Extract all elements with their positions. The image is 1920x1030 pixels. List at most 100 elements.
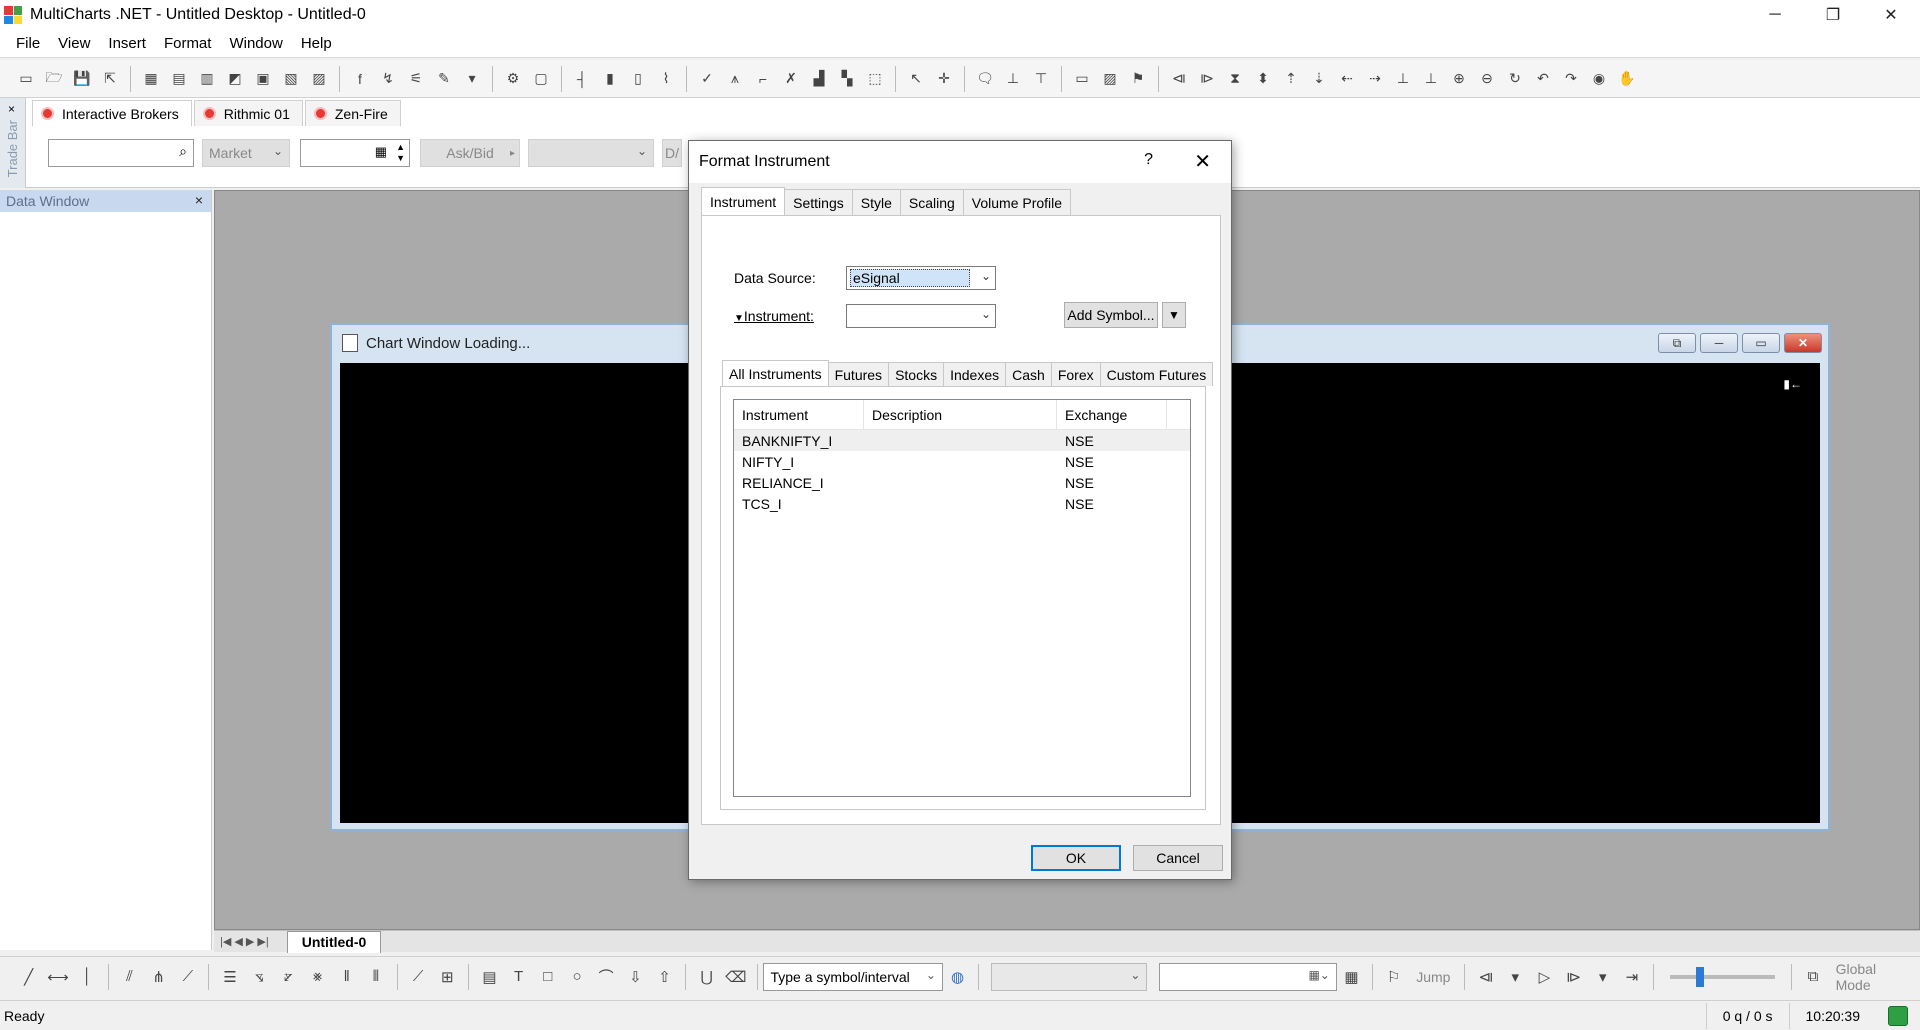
refresh-icon[interactable]: ↻ <box>1504 68 1526 90</box>
tab-stocks[interactable]: Stocks <box>888 362 945 386</box>
cancel-button[interactable]: Cancel <box>1133 845 1223 871</box>
left-icon[interactable]: ⇠ <box>1336 68 1358 90</box>
calendar-icon[interactable]: ▦ <box>1341 966 1362 988</box>
list-item[interactable]: TCS_I NSE <box>734 493 1190 514</box>
tab-scaling[interactable]: Scaling <box>899 189 964 215</box>
expand-icon[interactable]: ⬍ <box>1252 68 1274 90</box>
global-mode-label[interactable]: Global Mode <box>1836 961 1912 993</box>
channel-icon[interactable]: ⫽ <box>119 966 140 988</box>
fib-arc-icon[interactable]: ⦫ <box>278 966 299 988</box>
save-icon[interactable]: 💾 <box>71 68 93 90</box>
globe-icon[interactable]: ◍ <box>947 966 968 988</box>
scroll-right-icon[interactable]: ⧐ <box>1196 68 1218 90</box>
ok-button[interactable]: OK <box>1031 845 1121 871</box>
list-item[interactable]: RELIANCE_I NSE <box>734 472 1190 493</box>
down-icon[interactable]: ⇣ <box>1308 68 1330 90</box>
zoom-out-icon[interactable]: ⊖ <box>1476 68 1498 90</box>
tab-settings[interactable]: Settings <box>784 189 853 215</box>
step-forward-icon[interactable]: ⧐ <box>1563 966 1584 988</box>
new-scanner-icon[interactable]: ▤ <box>168 68 190 90</box>
new-dom-icon[interactable]: ▥ <box>196 68 218 90</box>
eye-icon[interactable]: ◉ <box>1588 68 1610 90</box>
chart-close-button[interactable]: ✕ <box>1784 333 1822 353</box>
tab-cash[interactable]: Cash <box>1005 362 1052 386</box>
calculator-icon[interactable]: ▦ <box>375 144 387 160</box>
quote-manager-icon[interactable]: ▣ <box>252 68 274 90</box>
insert-indicator-icon[interactable]: f <box>349 68 371 90</box>
instrument-list[interactable]: Instrument Description Exchange BANKNIFT… <box>733 399 1191 797</box>
grid-icon[interactable]: ⊞ <box>437 966 458 988</box>
fib-retracement-icon[interactable]: ☰ <box>219 966 240 988</box>
strategy-icon[interactable]: ⚙ <box>502 68 524 90</box>
column-instrument[interactable]: Instrument <box>734 399 864 430</box>
portfolio-icon[interactable]: ◩ <box>224 68 246 90</box>
jump-label[interactable]: Jump <box>1416 969 1450 985</box>
date-input[interactable]: ▦⌄ <box>1159 962 1337 991</box>
footprint-icon[interactable]: ⬚ <box>864 68 886 90</box>
eraser-icon[interactable]: ⌫ <box>725 966 746 988</box>
arc-icon[interactable]: ⌒ <box>596 966 617 988</box>
hollow-candle-icon[interactable]: ▯ <box>627 68 649 90</box>
trendline-icon[interactable]: ╱ <box>18 966 39 988</box>
note-icon[interactable]: ▤ <box>479 966 500 988</box>
editor-icon[interactable]: ▨ <box>308 68 330 90</box>
tab-indexes[interactable]: Indexes <box>943 362 1007 386</box>
box-icon[interactable]: ▚ <box>836 68 858 90</box>
step-forward-dropdown-icon[interactable]: ▾ <box>1592 966 1613 988</box>
expand-triangle-icon[interactable]: ▼ <box>734 313 744 324</box>
menu-window[interactable]: Window <box>229 35 282 52</box>
export-icon[interactable]: ⇱ <box>99 68 121 90</box>
account-select[interactable]: ⌄ <box>528 139 654 167</box>
magnet-icon[interactable]: ⋃ <box>696 966 717 988</box>
add-symbol-button[interactable]: Add Symbol... <box>1064 302 1158 328</box>
instrument-label[interactable]: ▼Instrument: <box>734 308 814 324</box>
go-end-icon[interactable]: ⇥ <box>1621 966 1642 988</box>
menu-help[interactable]: Help <box>301 35 332 52</box>
image-icon[interactable]: ▨ <box>1099 68 1121 90</box>
fit-icon[interactable]: ⊥ <box>1392 68 1414 90</box>
global-mode-icon[interactable]: ⧉ <box>1802 966 1823 988</box>
insert-study-icon[interactable]: ⚟ <box>405 68 427 90</box>
cycle-icon[interactable]: ‖ <box>336 966 357 988</box>
spinner-icon[interactable]: ▲ ▼ <box>396 142 405 164</box>
line-chart-icon[interactable]: ⌇ <box>655 68 677 90</box>
redo-icon[interactable]: ↷ <box>1560 68 1582 90</box>
dropdown-icon[interactable]: ▾ <box>461 68 483 90</box>
hand-icon[interactable]: ✋ <box>1616 68 1638 90</box>
pitchfork-icon[interactable]: ⋔ <box>148 966 169 988</box>
tab-volume-profile[interactable]: Volume Profile <box>962 189 1072 215</box>
data-icon[interactable]: ▧ <box>280 68 302 90</box>
pointer-icon[interactable]: ↖ <box>905 68 927 90</box>
tab-style[interactable]: Style <box>851 189 901 215</box>
format-window-icon[interactable]: ▭ <box>1071 68 1093 90</box>
arrow-down-icon[interactable]: ⇩ <box>625 966 646 988</box>
chart-maximize-button[interactable]: ▭ <box>1742 333 1780 353</box>
dialog-close-button[interactable]: ✕ <box>1194 149 1211 174</box>
menu-view[interactable]: View <box>58 35 90 52</box>
list-item[interactable]: BANKNIFTY_I NSE <box>734 430 1190 451</box>
panel-toggle-icon[interactable]: ▮← <box>1783 377 1802 391</box>
broker-tab-zen-fire[interactable]: Zen-Fire <box>304 100 401 126</box>
column-description[interactable]: Description <box>864 399 1057 430</box>
arrow-up-icon[interactable]: ⇧ <box>654 966 675 988</box>
fan-icon[interactable]: ⟋ <box>177 966 198 988</box>
speed-slider[interactable] <box>1669 966 1776 987</box>
tab-forex[interactable]: Forex <box>1050 362 1101 386</box>
data-window-close-icon[interactable]: × <box>195 192 203 208</box>
rectangle-icon[interactable]: □ <box>537 966 558 988</box>
help-button[interactable]: ? <box>1144 151 1153 169</box>
volume-icon[interactable]: ▟ <box>808 68 830 90</box>
alert-icon[interactable]: ⚑ <box>1127 68 1149 90</box>
new-workspace-icon[interactable]: ▭ <box>15 68 37 90</box>
resolution-select[interactable]: ⌄ <box>991 962 1148 991</box>
tab-futures[interactable]: Futures <box>827 362 890 386</box>
undo-icon[interactable]: ↶ <box>1532 68 1554 90</box>
play-icon[interactable]: ▷ <box>1534 966 1555 988</box>
hline-icon[interactable]: ⊥ <box>1002 68 1024 90</box>
drawing-tool-icon[interactable]: ✎ <box>433 68 455 90</box>
regression-icon[interactable]: ⟋ <box>407 966 428 988</box>
ohlc-bar-icon[interactable]: ┤ <box>571 68 593 90</box>
menu-format[interactable]: Format <box>164 35 212 52</box>
zoom-in-icon[interactable]: ⊕ <box>1448 68 1470 90</box>
fib-fan-icon[interactable]: ⦪ <box>249 966 270 988</box>
